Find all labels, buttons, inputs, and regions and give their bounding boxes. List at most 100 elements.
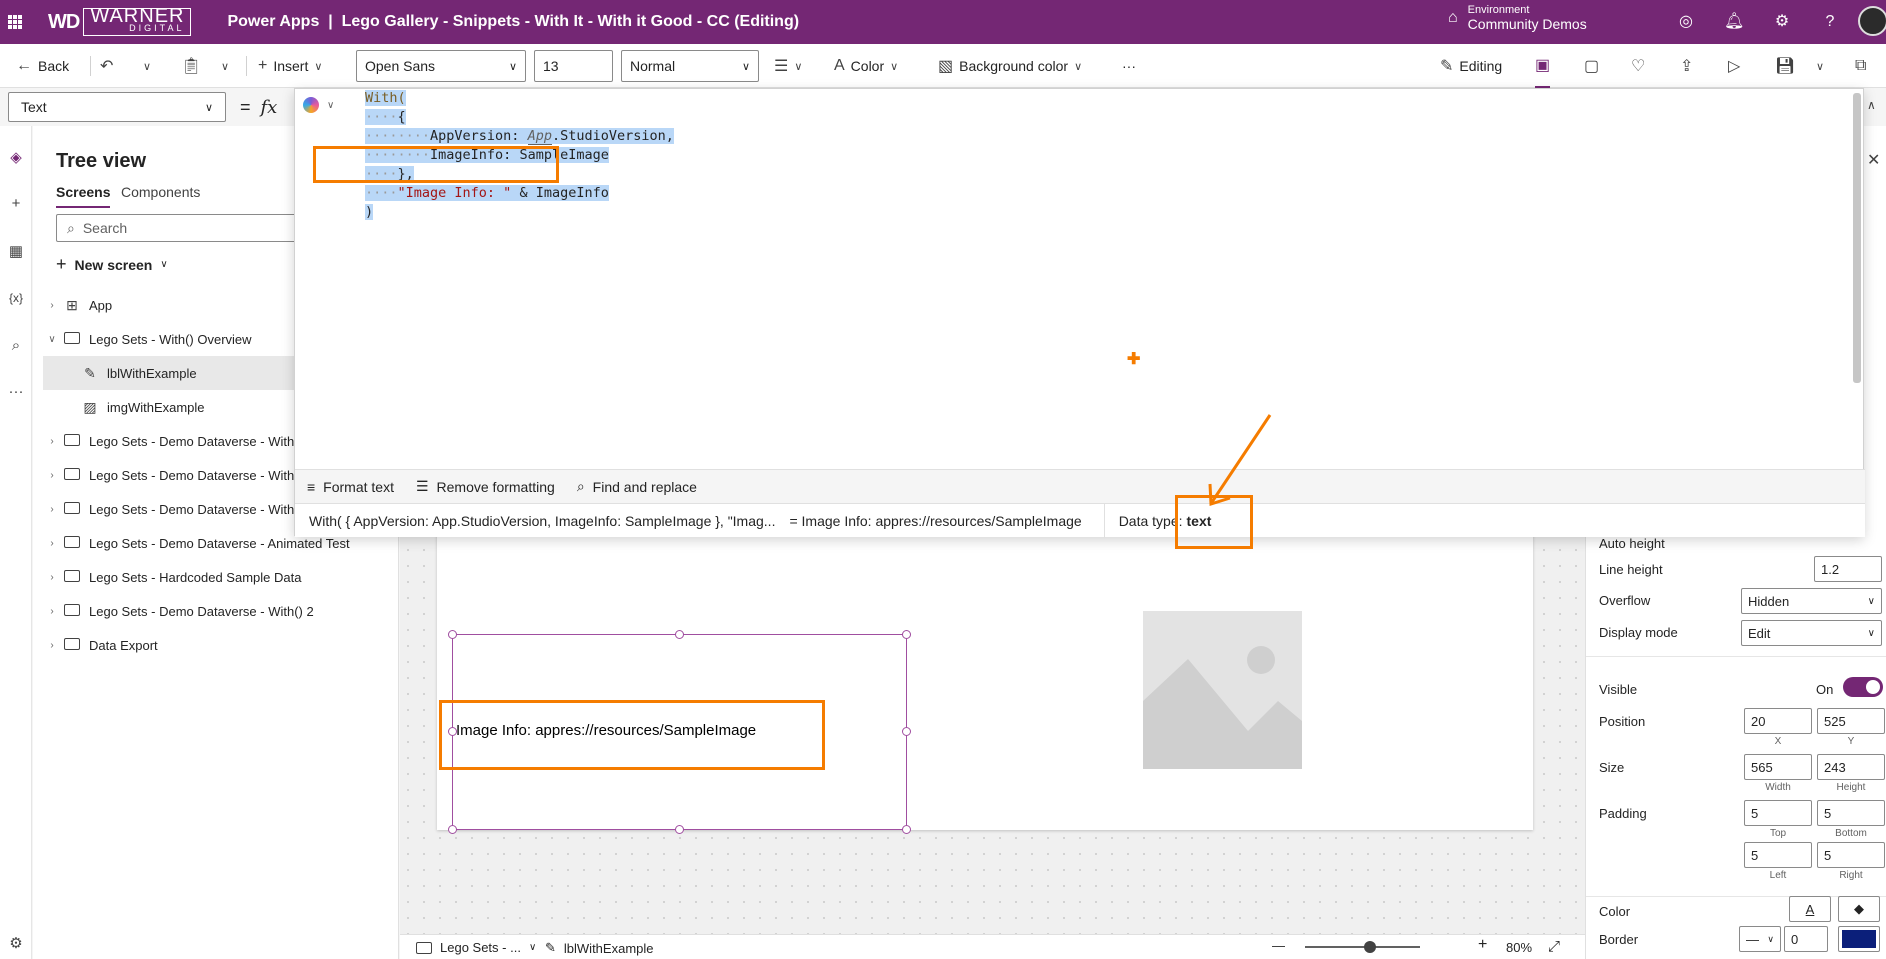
display-mode-select[interactable]: Edit ∨ bbox=[1741, 620, 1882, 646]
copilot-formula-button[interactable]: ∨ bbox=[303, 97, 334, 113]
resize-handle[interactable] bbox=[902, 630, 911, 639]
undo-button[interactable]: ↶ bbox=[100, 44, 113, 88]
padding-left-input[interactable]: 5 bbox=[1744, 842, 1812, 868]
search-icon: ⌕ bbox=[576, 478, 585, 494]
settings-icon[interactable]: ⚙ bbox=[1772, 12, 1792, 32]
find-replace-button[interactable]: ⌕ Find and replace bbox=[577, 478, 697, 495]
position-x-input[interactable]: 20 bbox=[1744, 708, 1812, 734]
border-label: Border bbox=[1599, 932, 1639, 947]
resize-handle[interactable] bbox=[448, 825, 457, 834]
display-mode-label: Display mode bbox=[1599, 625, 1678, 640]
find-replace-label: Find and replace bbox=[592, 478, 697, 495]
new-screen-button[interactable]: + New screen ∨ bbox=[56, 254, 168, 275]
publish-button[interactable]: ⧉ bbox=[1855, 44, 1866, 88]
fill-color-picker[interactable]: ◆ bbox=[1838, 896, 1880, 922]
width-input[interactable]: 565 bbox=[1744, 754, 1812, 780]
settings-icon[interactable]: ⚙ bbox=[4, 932, 28, 956]
close-icon[interactable]: ✕ bbox=[1867, 150, 1880, 170]
zoom-slider[interactable] bbox=[1305, 941, 1420, 953]
screen-breadcrumb[interactable]: Lego Sets - ... ∨ bbox=[416, 940, 536, 955]
screen-icon bbox=[61, 501, 83, 517]
tree-item-screen[interactable]: › Data Export bbox=[43, 628, 399, 662]
insert-icon[interactable]: + bbox=[4, 192, 28, 216]
resize-handle[interactable] bbox=[675, 825, 684, 834]
border-width-input[interactable]: 0 bbox=[1784, 926, 1828, 952]
padding-bottom-input[interactable]: 5 bbox=[1817, 800, 1885, 826]
preview-button[interactable]: ▷ bbox=[1728, 44, 1740, 88]
chevron-up-icon[interactable]: ∧ bbox=[1867, 98, 1876, 112]
zoom-level: 80% bbox=[1506, 940, 1533, 955]
padding-left-value: 5 bbox=[1751, 847, 1759, 863]
more-button[interactable]: ··· bbox=[1122, 44, 1136, 88]
align-button[interactable]: ☰ ∨ bbox=[774, 44, 802, 88]
border-style-select[interactable]: — ∨ bbox=[1739, 926, 1781, 952]
width-caption: Width bbox=[1765, 782, 1791, 793]
help-icon[interactable]: ? bbox=[1820, 12, 1840, 32]
padding-right-caption: Right bbox=[1839, 870, 1863, 881]
tab-components[interactable]: Components bbox=[121, 184, 200, 206]
tree-view-toggle[interactable]: ▣ bbox=[1535, 44, 1551, 88]
control-breadcrumb[interactable]: ✎ lblWithExample bbox=[545, 940, 654, 956]
app-checker-button[interactable]: ♡ bbox=[1631, 44, 1645, 88]
zoom-slider-thumb[interactable] bbox=[1364, 941, 1376, 953]
resize-handle[interactable] bbox=[902, 727, 911, 736]
paste-button[interactable]: 📋︎ bbox=[181, 44, 201, 88]
copilot-icon[interactable]: ◎ bbox=[1676, 12, 1696, 32]
comments-button[interactable]: ▢ bbox=[1584, 44, 1599, 88]
color-button[interactable]: A Color ∨ bbox=[834, 44, 898, 88]
editing-button[interactable]: ✎ Editing bbox=[1440, 44, 1502, 88]
more-icon[interactable]: ··· bbox=[4, 380, 28, 404]
zoom-out-button[interactable]: — bbox=[1272, 938, 1285, 953]
property-select[interactable]: Text ∨ bbox=[8, 92, 226, 122]
visible-toggle[interactable] bbox=[1843, 677, 1883, 697]
line-height-input[interactable]: 1.2 bbox=[1814, 556, 1882, 582]
undo-dropdown[interactable]: ∨ bbox=[143, 44, 151, 88]
tab-screens[interactable]: Screens bbox=[56, 184, 111, 208]
resize-handle[interactable] bbox=[675, 630, 684, 639]
font-color-picker[interactable]: A bbox=[1789, 896, 1831, 922]
padding-top-value: 5 bbox=[1751, 805, 1759, 821]
variables-icon[interactable]: {x} bbox=[4, 286, 28, 310]
comment-icon: ▢ bbox=[1584, 58, 1600, 75]
remove-formatting-button[interactable]: ☰ Remove formatting bbox=[416, 478, 555, 495]
environment-picker[interactable]: ⌂ Environment Community Demos bbox=[1448, 4, 1587, 32]
font-family-select[interactable]: Open Sans ∨ bbox=[356, 50, 526, 82]
image-placeholder[interactable] bbox=[1143, 611, 1302, 769]
color-label: Color bbox=[850, 58, 885, 74]
app-launcher-icon[interactable] bbox=[8, 15, 22, 29]
save-button[interactable]: 💾︎ bbox=[1775, 44, 1795, 88]
fill-icon: ◆ bbox=[1854, 901, 1864, 916]
save-dropdown[interactable]: ∨ bbox=[1816, 44, 1824, 88]
data-icon[interactable]: ▦ bbox=[4, 240, 28, 264]
padding-top-input[interactable]: 5 bbox=[1744, 800, 1812, 826]
overflow-select[interactable]: Hidden ∨ bbox=[1741, 588, 1882, 614]
paste-dropdown[interactable]: ∨ bbox=[221, 44, 229, 88]
tree-item-screen[interactable]: › Lego Sets - Demo Dataverse - With() 2 bbox=[43, 594, 399, 628]
font-weight-select[interactable]: Normal ∨ bbox=[621, 50, 759, 82]
notifications-icon[interactable]: 🔔︎ bbox=[1724, 12, 1744, 32]
insert-button[interactable]: + Insert ∨ bbox=[258, 44, 322, 88]
border-color-picker[interactable] bbox=[1838, 926, 1880, 952]
font-size-input[interactable]: 13 bbox=[534, 50, 613, 82]
avatar[interactable] bbox=[1858, 6, 1886, 36]
chevron-down-icon: ∨ bbox=[327, 99, 335, 111]
format-text-button[interactable]: ≡ Format text bbox=[307, 479, 394, 495]
border-style-icon: — bbox=[1746, 931, 1759, 947]
chevron-right-icon: › bbox=[50, 299, 54, 311]
share-button[interactable]: ⇪ bbox=[1680, 44, 1693, 88]
fit-to-window-icon[interactable]: ⤢ bbox=[1548, 938, 1560, 955]
formula-editor[interactable]: ∨ With( ····{ ········AppVersion: App.St… bbox=[294, 88, 1865, 549]
position-y-input[interactable]: 525 bbox=[1817, 708, 1885, 734]
padding-right-input[interactable]: 5 bbox=[1817, 842, 1885, 868]
tree-item-screen[interactable]: › Lego Sets - Hardcoded Sample Data bbox=[43, 560, 399, 594]
back-button[interactable]: ← Back bbox=[16, 44, 69, 88]
height-input[interactable]: 243 bbox=[1817, 754, 1885, 780]
zoom-in-button[interactable]: + bbox=[1478, 936, 1487, 954]
search-icon[interactable]: ⌕ bbox=[4, 334, 28, 358]
resize-handle[interactable] bbox=[448, 630, 457, 639]
formula-scrollbar[interactable] bbox=[1853, 93, 1861, 383]
resize-handle[interactable] bbox=[902, 825, 911, 834]
background-color-button[interactable]: ▧ Background color ∨ bbox=[938, 44, 1082, 88]
tree-view-icon[interactable]: ◈ bbox=[4, 146, 28, 170]
position-x-value: 20 bbox=[1751, 713, 1766, 729]
